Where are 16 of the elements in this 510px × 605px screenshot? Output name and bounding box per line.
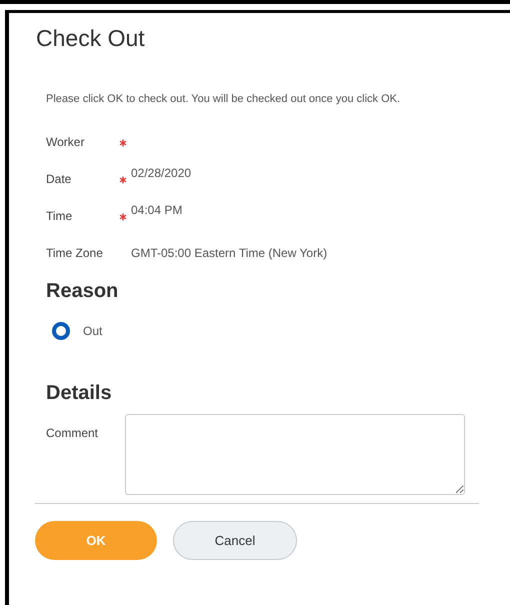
field-label: Worker [46, 134, 86, 149]
section-heading: Details [46, 382, 113, 405]
section-heading: Reason [46, 280, 120, 303]
radio-label: Out [83, 324, 102, 338]
field-label: Time [46, 208, 74, 223]
cancel-button[interactable]: Cancel [173, 521, 297, 560]
field-label: Date [46, 171, 72, 186]
field-value: 04:04 PM [131, 203, 184, 217]
instruction-text: Please click OK to check out. You will be checked out once you click OK. [46, 93, 402, 105]
field-label: Comment [46, 425, 100, 442]
comment-field[interactable] [125, 414, 465, 495]
dialog-title: Check Out [36, 25, 146, 52]
field-value: GMT-05:00 Eastern Time (New York) [131, 245, 328, 260]
field-label: Time Zone [46, 245, 104, 260]
field-value: 02/28/2020 [131, 166, 192, 180]
radio-button[interactable] [52, 322, 70, 340]
